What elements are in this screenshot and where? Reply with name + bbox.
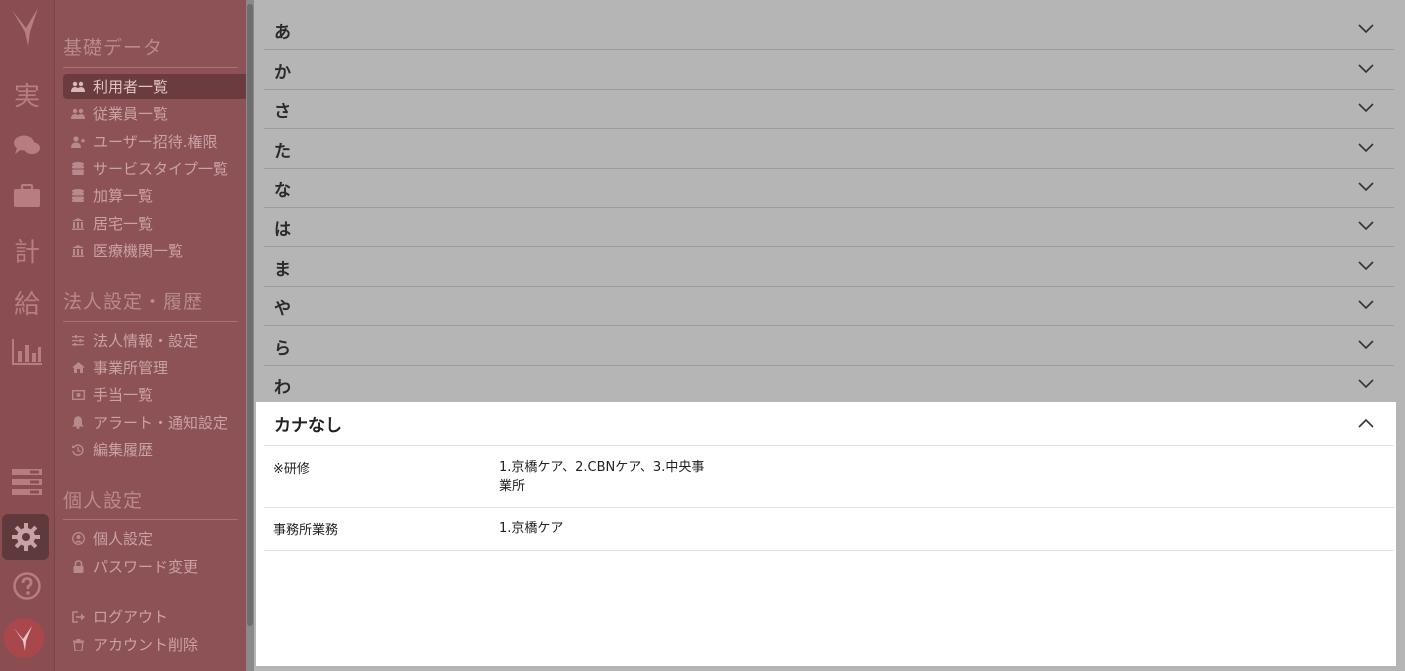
menu-item-kojin-settei[interactable]: 個人設定 (63, 526, 246, 551)
accordion-row-ta[interactable]: た (264, 130, 1394, 169)
menu-item-user-invite[interactable]: ユーザー招待.権限 (63, 129, 246, 154)
menu-item-account-delete[interactable]: アカウント削除 (63, 632, 246, 657)
sliders-icon (71, 334, 85, 348)
section-title-kojin: 個人設定 (63, 490, 144, 512)
user-plus-icon (71, 135, 85, 149)
accordion-row-ha[interactable]: は (264, 208, 1394, 247)
accordion-row-a[interactable]: あ (264, 11, 1394, 50)
gear-icon[interactable] (2, 514, 49, 560)
section-divider (63, 67, 238, 68)
icon-rail: 実 計 給 (0, 0, 55, 671)
menu-item-password[interactable]: パスワード変更 (63, 554, 246, 579)
rail-keikaku[interactable]: 計 (0, 228, 54, 272)
accordion-row-ka[interactable]: か (264, 51, 1394, 90)
users-icon (71, 107, 85, 121)
chevron-down-icon (1358, 143, 1374, 153)
database-icon (71, 189, 85, 203)
user-circle-icon (71, 532, 85, 546)
brand-logo-icon[interactable] (4, 618, 44, 658)
chevron-down-icon (1358, 103, 1374, 113)
chevron-up-icon (1358, 418, 1374, 428)
menu-item-service-type[interactable]: サービスタイプ一覧 (63, 156, 246, 181)
item-key: ※研修 (273, 462, 310, 477)
item-key: 事務所業務 (273, 523, 339, 538)
item-value: 1.京橋ケア (499, 521, 564, 536)
chevron-down-icon (1358, 221, 1374, 231)
briefcase-icon[interactable] (0, 174, 54, 218)
scrollbar-thumb[interactable] (247, 4, 253, 626)
menu-item-iryou-kikan[interactable]: 医療機関一覧 (63, 238, 246, 263)
bar-chart-icon[interactable] (0, 330, 54, 374)
accordion-row-wa[interactable]: わ (264, 366, 1394, 405)
section-divider (63, 519, 238, 520)
menu-item-juugyouin[interactable]: 従業員一覧 (63, 101, 246, 126)
section-divider (63, 321, 238, 322)
accordion-row-ma[interactable]: ま (264, 248, 1394, 287)
section-title-houjin: 法人設定・履歴 (63, 291, 204, 313)
bell-icon (71, 416, 85, 430)
bank-icon (71, 217, 85, 231)
help-icon[interactable] (0, 564, 54, 608)
menu-scrollbar[interactable] (246, 0, 254, 671)
chevron-down-icon (1358, 300, 1374, 310)
rail-jisseki[interactable]: 実 (0, 72, 54, 116)
menu-item-houjin-info[interactable]: 法人情報・設定 (63, 328, 246, 353)
chevron-down-icon (1358, 64, 1374, 74)
menu-item-kasan[interactable]: 加算一覧 (63, 183, 246, 208)
logout-icon (71, 610, 85, 624)
menu-item-history[interactable]: 編集履歴 (63, 437, 246, 462)
settings-menu: 基礎データ 利用者一覧 従業員一覧 ユーザー招待.権限 サービスタイプ一覧 加算… (55, 0, 246, 671)
trash-icon (71, 638, 85, 652)
list-item[interactable]: 事務所業務 1.京橋ケア (264, 507, 1394, 551)
menu-item-jigyousho[interactable]: 事業所管理 (63, 355, 246, 380)
chevron-down-icon (1358, 182, 1374, 192)
users-icon (71, 80, 85, 94)
chevron-down-icon (1358, 24, 1374, 34)
accordion-row-ra[interactable]: ら (264, 327, 1394, 366)
chat-icon[interactable] (0, 124, 54, 168)
bank-icon (71, 244, 85, 258)
list-item[interactable]: ※研修 1.京橋ケア、2.CBNケア、3.中央事業所 (264, 446, 1394, 508)
accordion-row-ya[interactable]: や (264, 287, 1394, 326)
app-logo-icon[interactable] (0, 4, 54, 48)
accordion-row-sa[interactable]: さ (264, 90, 1394, 129)
accordion-open-panel: カナなし ※研修 1.京橋ケア、2.CBNケア、3.中央事業所 事務所業務 1.… (256, 402, 1396, 666)
home-icon (71, 361, 85, 375)
chevron-down-icon (1358, 261, 1374, 271)
chevron-down-icon (1358, 379, 1374, 389)
money-icon (71, 388, 85, 402)
accordion-row-na[interactable]: な (264, 169, 1394, 208)
menu-item-kyotaku[interactable]: 居宅一覧 (63, 211, 246, 236)
menu-item-alert[interactable]: アラート・通知設定 (63, 410, 246, 435)
menu-item-riyousha[interactable]: 利用者一覧 (63, 74, 246, 99)
menu-item-teate[interactable]: 手当一覧 (63, 382, 246, 407)
accordion-row-kana-nashi[interactable]: カナなし (264, 402, 1394, 446)
menu-item-logout[interactable]: ログアウト (63, 604, 246, 629)
item-value: 1.京橋ケア、2.CBNケア、3.中央事業所 (499, 460, 705, 494)
rail-kyuyo[interactable]: 給 (0, 280, 54, 324)
chevron-down-icon (1358, 340, 1374, 350)
section-title-kiso: 基礎データ (63, 37, 164, 59)
lock-icon (71, 560, 85, 574)
database-icon (71, 162, 85, 176)
list-icon[interactable] (0, 460, 54, 504)
history-icon (71, 443, 85, 457)
